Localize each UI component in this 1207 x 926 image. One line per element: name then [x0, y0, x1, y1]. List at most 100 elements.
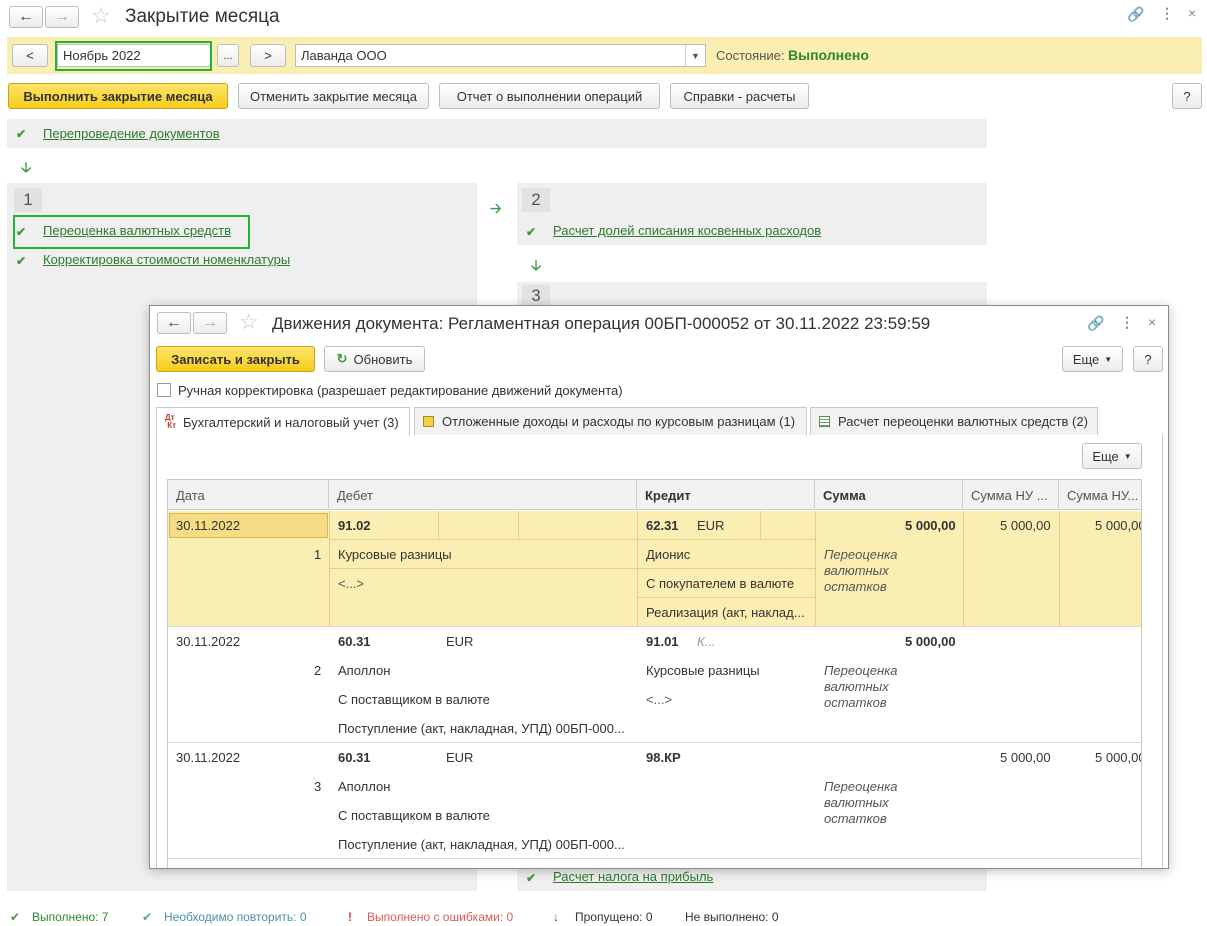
- more-button[interactable]: Еще ▼: [1062, 346, 1123, 372]
- debit-currency: EUR: [446, 750, 474, 765]
- refresh-icon: ↻: [336, 351, 348, 366]
- arrow-right-icon: →: [54, 8, 70, 25]
- indirect-costs-link[interactable]: Расчет долей списания косвенных расходов: [553, 223, 821, 238]
- credit-account: 98.КР: [646, 750, 681, 765]
- debit-currency: EUR: [446, 634, 474, 649]
- run-close-month-button[interactable]: Выполнить закрытие месяца: [8, 83, 228, 109]
- back-button[interactable]: ←: [157, 312, 191, 334]
- tab-deferred[interactable]: Отложенные доходы и расходы по курсовым …: [414, 407, 807, 435]
- arrow-right-icon: →: [202, 314, 218, 331]
- col-sum[interactable]: Сумма: [815, 480, 963, 510]
- debit-account: 60.31: [338, 634, 371, 649]
- credit-subconto: Дионис: [646, 547, 691, 562]
- debit-subconto: С поставщиком в валюте: [338, 692, 490, 707]
- arrow-down-icon: 🡣: [531, 257, 542, 273]
- dialog-title: Движения документа: Регламентная операци…: [272, 314, 931, 333]
- link-icon[interactable]: 🔗: [1127, 6, 1144, 23]
- row-sum: 5 000,00: [905, 634, 956, 649]
- profit-tax-link[interactable]: Расчет налога на прибыль: [553, 869, 713, 884]
- chevron-down-icon: ▼: [1123, 451, 1132, 461]
- credit-subconto: Реализация (акт, наклад...: [646, 605, 805, 620]
- grid-more-label: Еще: [1092, 448, 1119, 464]
- status-error-icon: !: [348, 910, 352, 924]
- period-select-button[interactable]: ...: [217, 44, 239, 67]
- movements-table[interactable]: Дата Дебет Кредит Сумма Сумма НУ ... Сум…: [167, 479, 1142, 868]
- tab-deferred-label: Отложенные доходы и расходы по курсовым …: [442, 414, 796, 429]
- cost-adjustment-link[interactable]: Корректировка стоимости номенклатуры: [43, 252, 290, 267]
- debit-subconto: <...>: [338, 576, 365, 591]
- step2-number: 2: [522, 188, 550, 212]
- check-icon: ✔: [526, 225, 537, 239]
- status-repeat-icon: ✔: [142, 910, 153, 924]
- organization-field[interactable]: Лаванда ООО ▼: [295, 44, 706, 67]
- debit-subconto: Аполлон: [338, 779, 391, 794]
- document-movements-dialog: ← → ☆ Движения документа: Регламентная о…: [149, 305, 1169, 869]
- refresh-button[interactable]: ↻ Обновить: [324, 346, 425, 372]
- credit-subconto: <...>: [646, 692, 673, 707]
- cancel-close-month-button[interactable]: Отменить закрытие месяца: [238, 83, 429, 109]
- col-sum-nu-2[interactable]: Сумма НУ...: [1059, 480, 1141, 510]
- credit-subconto: С покупателем в валюте: [646, 576, 795, 591]
- credit-subconto: Курсовые разницы: [646, 663, 760, 678]
- row-sum-nu-1: 5 000,00: [1000, 518, 1051, 533]
- tab-revaluation[interactable]: Расчет переоценки валютных средств (2): [810, 407, 1098, 435]
- status-not-done: Не выполнено: 0: [685, 910, 779, 924]
- sum-description: остатков: [824, 811, 887, 826]
- more-vertical-icon[interactable]: ⋮: [1120, 314, 1134, 331]
- forward-button[interactable]: →: [45, 6, 79, 28]
- forward-button[interactable]: →: [193, 312, 227, 334]
- more-vertical-icon[interactable]: ⋮: [1160, 5, 1174, 22]
- col-debit[interactable]: Дебет: [329, 480, 637, 510]
- sum-description: Переоценка: [824, 663, 898, 678]
- save-and-close-button[interactable]: Записать и закрыть: [156, 346, 315, 372]
- period-prev-button[interactable]: <: [12, 44, 48, 67]
- repost-documents-link[interactable]: Перепроведение документов: [43, 126, 220, 141]
- arrow-left-icon: ←: [166, 314, 182, 331]
- arrow-right-icon: 🡢: [490, 200, 502, 216]
- star-icon[interactable]: ☆: [91, 3, 111, 29]
- status-done-icon: ✔: [10, 910, 21, 924]
- sum-description: остатков: [824, 579, 887, 594]
- close-icon[interactable]: ×: [1148, 314, 1156, 330]
- row-number: 2: [314, 663, 322, 678]
- calculations-button[interactable]: Справки - расчеты: [670, 83, 809, 109]
- status-errors: Выполнено с ошибками: 0: [367, 910, 514, 924]
- row-number: 1: [314, 547, 322, 562]
- col-date[interactable]: Дата: [168, 480, 329, 510]
- row-sum: 5 000,00: [905, 518, 956, 533]
- close-icon[interactable]: ×: [1188, 5, 1196, 21]
- row-date: 30.11.2022: [176, 750, 241, 765]
- table-header: Дата Дебет Кредит Сумма Сумма НУ ... Сум…: [168, 480, 1141, 510]
- status-skipped: Пропущено: 0: [575, 910, 653, 924]
- help-button[interactable]: ?: [1133, 346, 1163, 372]
- credit-account: 91.01: [646, 634, 679, 649]
- table-icon: [819, 416, 830, 427]
- sum-description: Переоценка: [824, 779, 898, 794]
- period-next-button[interactable]: >: [250, 44, 286, 67]
- register-icon: [423, 416, 434, 427]
- sum-description: валютных: [824, 679, 889, 694]
- grid-more-button[interactable]: Еще ▼: [1082, 443, 1142, 469]
- col-credit[interactable]: Кредит: [637, 480, 815, 510]
- check-icon: ✔: [526, 871, 537, 885]
- row-date: 30.11.2022: [176, 518, 241, 533]
- status-done: Выполнено: 7: [32, 910, 109, 924]
- link-icon[interactable]: 🔗: [1087, 315, 1104, 332]
- manual-edit-checkbox[interactable]: [157, 383, 171, 397]
- help-button[interactable]: ?: [1172, 83, 1202, 109]
- star-icon[interactable]: ☆: [239, 309, 259, 335]
- refresh-label: Обновить: [353, 351, 413, 367]
- tab-accounting[interactable]: Дт Кт Бухгалтерский и налоговый учет (3): [156, 407, 410, 436]
- revaluation-highlight: [13, 215, 250, 249]
- row-sum-nu-2: 5 000,00: [1095, 518, 1142, 533]
- sum-description: Переоценка: [824, 547, 898, 562]
- row-sum-nu-1: 5 000,00: [1000, 750, 1051, 765]
- state-label: Состояние:: [716, 48, 785, 63]
- back-button[interactable]: ←: [9, 6, 43, 28]
- col-sum-nu-1[interactable]: Сумма НУ ...: [963, 480, 1059, 510]
- chevron-down-icon[interactable]: ▼: [685, 45, 705, 66]
- operations-report-button[interactable]: Отчет о выполнении операций: [439, 83, 660, 109]
- more-label: Еще: [1072, 351, 1100, 367]
- arrow-down-icon: 🡣: [21, 159, 32, 175]
- row-date: 30.11.2022: [176, 634, 241, 649]
